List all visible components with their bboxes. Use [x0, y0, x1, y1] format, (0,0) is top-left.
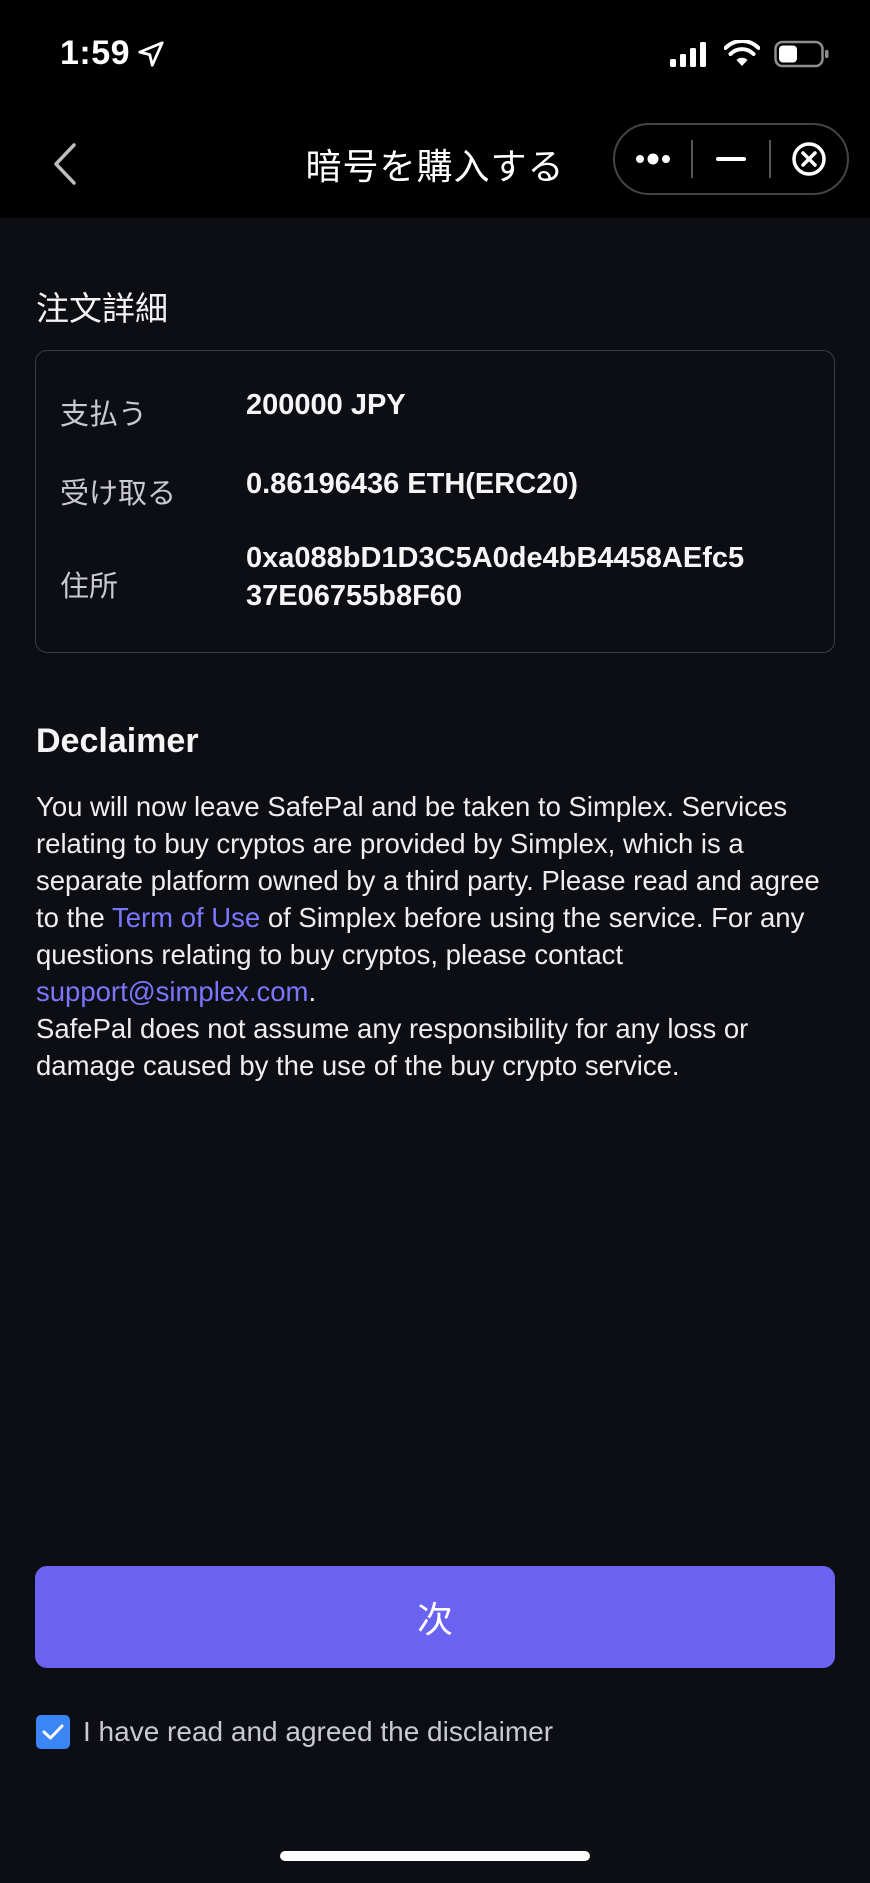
minus-icon: [716, 157, 746, 161]
more-dots-icon: [636, 153, 670, 165]
close-button[interactable]: [771, 125, 847, 193]
receive-value: 0.86196436 ETH(ERC20): [246, 468, 579, 500]
disclaimer-title: Declaimer: [36, 722, 199, 760]
nav-bar: 暗号を購入する: [0, 110, 870, 218]
status-bar: 1:59: [0, 0, 870, 110]
close-circle-icon: [792, 142, 826, 176]
address-label: 住所: [60, 571, 119, 603]
wifi-icon: [724, 40, 760, 66]
status-time: 1:59: [60, 34, 166, 73]
terms-of-use-link[interactable]: Term of Use: [112, 902, 260, 933]
receive-label: 受け取る: [60, 478, 177, 510]
address-value: 0xa088bD1D3C5A0de4bB4458AEfc5 37E06755b8…: [246, 539, 836, 615]
agree-checkbox[interactable]: [36, 1715, 70, 1749]
disclaimer-text-part3: .: [308, 976, 317, 1007]
disclaimer-text: You will now leave SafePal and be taken …: [36, 788, 846, 1084]
mini-program-capsule: [613, 123, 849, 195]
next-button[interactable]: 次: [35, 1566, 835, 1668]
checkmark-icon: [42, 1724, 64, 1740]
pay-value: 200000 JPY: [246, 389, 406, 421]
more-button[interactable]: [615, 125, 691, 193]
agree-checkbox-row: I have read and agreed the disclaimer: [36, 1715, 553, 1749]
support-email-link[interactable]: support@simplex.com: [36, 976, 308, 1007]
disclaimer-text-part4: SafePal does not assume any responsibili…: [36, 1013, 749, 1081]
battery-icon: [774, 40, 829, 68]
order-details-card: 支払う 200000 JPY 受け取る 0.86196436 ETH(ERC20…: [35, 350, 835, 653]
cellular-signal-icon: [670, 42, 706, 67]
location-arrow-icon: [138, 40, 164, 67]
main-content: 注文詳細 支払う 200000 JPY 受け取る 0.86196436 ETH(…: [0, 218, 870, 1883]
agree-label: I have read and agreed the disclaimer: [83, 1716, 554, 1747]
home-indicator[interactable]: [280, 1851, 590, 1861]
order-details-title: 注文詳細: [36, 290, 168, 327]
minimize-button[interactable]: [693, 125, 769, 193]
status-time-text: 1:59: [60, 34, 131, 72]
pay-label: 支払う: [60, 399, 148, 431]
address-value-line2: 37E06755b8F60: [246, 580, 463, 612]
address-value-line1: 0xa088bD1D3C5A0de4bB4458AEfc5: [246, 542, 745, 574]
